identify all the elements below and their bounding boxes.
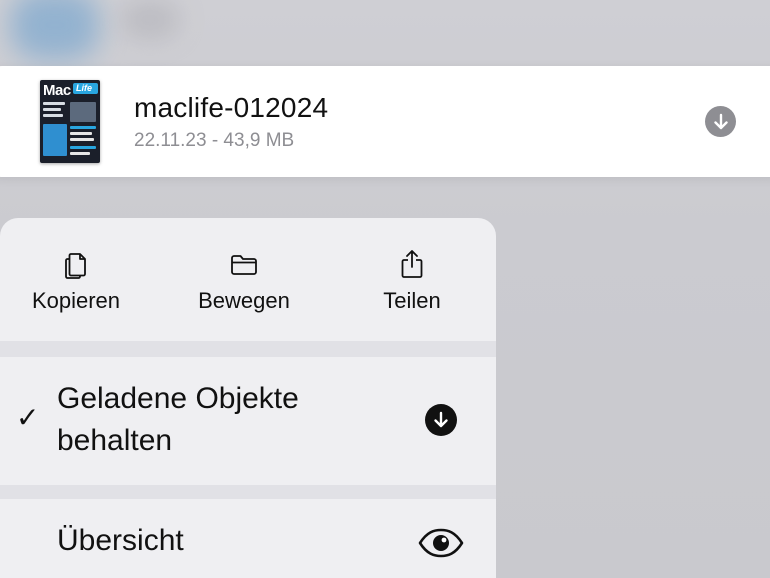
background-blur-secondary: [120, 0, 180, 40]
thumbnail-line: [43, 108, 61, 111]
share-label: Teilen: [383, 288, 441, 313]
thumbnail-line: [70, 132, 92, 135]
thumbnail-line: [70, 138, 94, 141]
thumbnail-title: Mac: [43, 82, 71, 99]
eye-icon: [418, 528, 464, 558]
share-button[interactable]: Teilen: [336, 218, 488, 341]
share-icon: [401, 250, 423, 278]
file-meta: 22.11.23 - 43,9 MB: [134, 130, 295, 151]
item-divider: [0, 485, 496, 499]
arrow-down-icon: [434, 411, 448, 428]
thumbnail-line: [70, 146, 96, 149]
action-row: Kopieren Bewegen Teilen: [0, 218, 496, 341]
thumbnail-line: [43, 114, 63, 117]
move-button[interactable]: Bewegen: [168, 218, 320, 341]
keep-downloaded-label-line1: Geladene Objekte: [57, 382, 299, 415]
section-divider: [0, 341, 496, 357]
folder-icon: [231, 255, 257, 275]
arrow-down-circle-icon[interactable]: [705, 106, 736, 137]
file-preview-card[interactable]: Mac Life maclife-012024 22.11.23 - 43,9 …: [0, 66, 770, 177]
thumbnail-line: [70, 152, 90, 155]
arrow-down-circle-fill-icon: [425, 404, 457, 436]
copy-label: Kopieren: [31, 288, 121, 313]
background-blur: [10, 0, 100, 60]
overview-label: Übersicht: [57, 524, 184, 557]
checkmark-icon: ✓: [16, 402, 40, 433]
context-menu: Kopieren Bewegen Teilen ✓ Geladene Objek…: [0, 218, 496, 578]
keep-downloaded-label: Geladene Objekte behalten: [57, 378, 299, 462]
move-label: Bewegen: [198, 288, 290, 313]
copy-button[interactable]: Kopieren: [0, 218, 152, 341]
thumbnail-badge: Life: [73, 83, 98, 94]
thumbnail-line: [70, 126, 96, 129]
file-name: maclife-012024: [134, 92, 329, 123]
copy-icon: [65, 253, 86, 279]
keep-downloaded-label-line2: behalten: [57, 424, 173, 457]
thumbnail-subtitle: Life: [76, 83, 93, 93]
magazine-thumbnail: Mac Life: [40, 80, 100, 163]
thumbnail-image: [43, 124, 67, 156]
overview-item[interactable]: Übersicht: [0, 499, 496, 578]
thumbnail-line: [43, 102, 65, 105]
keep-downloaded-item[interactable]: ✓ Geladene Objekte behalten: [0, 357, 496, 485]
arrow-down-icon: [713, 113, 728, 129]
thumbnail-image: [70, 102, 96, 122]
